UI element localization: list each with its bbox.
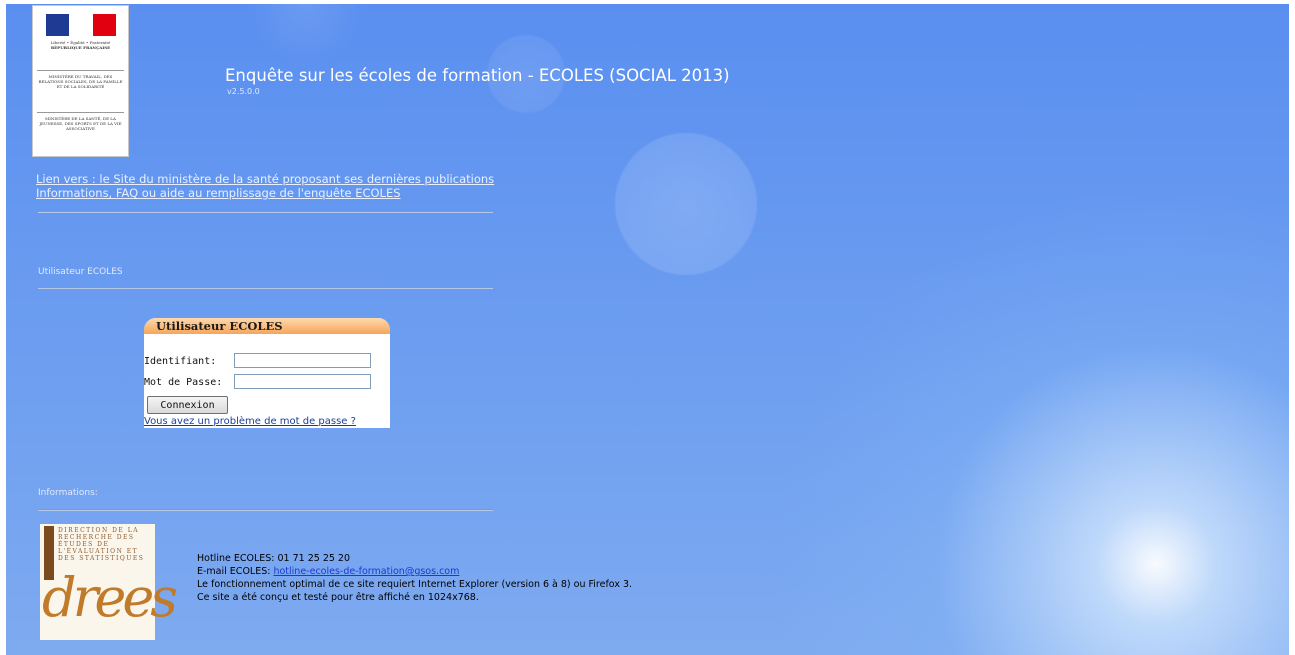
browser-requirement-text: Le fonctionnement optimal de ce site req…: [197, 579, 633, 590]
email-label: E-mail ECOLES:: [197, 566, 274, 577]
resolution-text: Ce site a été conçu et testé pour être a…: [197, 592, 479, 603]
logo-divider: [37, 112, 124, 113]
drees-logo-text: DIRECTION DE LA RECHERCHE DES ÉTUDES DE …: [58, 527, 145, 562]
divider: [38, 509, 493, 511]
republique-francaise-logo: Liberté • Égalité • Fraternité RÉPUBLIQU…: [32, 5, 129, 157]
logo-divider: [37, 70, 124, 71]
logo-ministry-1: MINISTÈRE DU TRAVAIL, DES RELATIONS SOCI…: [38, 74, 123, 89]
section-user-label: Utilisateur ECOLES: [38, 267, 123, 277]
french-flag-icon: [46, 14, 116, 36]
password-label: Mot de Passe:: [144, 377, 223, 388]
connexion-button[interactable]: Connexion: [147, 396, 228, 414]
divider: [38, 287, 493, 289]
login-panel: Utilisateur ECOLES Identifiant: Mot de P…: [144, 318, 390, 428]
version-label: v2.5.0.0: [227, 87, 260, 96]
email-link[interactable]: hotline-ecoles-de-formation@gsos.com: [273, 566, 459, 577]
section-info-label: Informations:: [38, 488, 98, 498]
identifiant-label: Identifiant:: [144, 356, 217, 367]
info-block: Hotline ECOLES: 01 71 25 25 20 E-mail EC…: [197, 552, 632, 604]
faq-link[interactable]: Informations, FAQ ou aide au remplissage…: [36, 186, 494, 200]
password-input[interactable]: [234, 374, 371, 389]
password-problem-link[interactable]: Vous avez un problème de mot de passe ?: [144, 416, 356, 427]
logo-ministry-2: MINISTÈRE DE LA SANTÉ, DE LA JEUNESSE, D…: [39, 116, 122, 131]
hotline-text: Hotline ECOLES: 01 71 25 25 20: [197, 553, 351, 564]
ministry-site-link[interactable]: Lien vers : le Site du ministère de la s…: [36, 172, 494, 186]
drees-logo-wordmark: drees: [42, 566, 178, 629]
identifiant-input[interactable]: [234, 353, 371, 368]
logo-motto: Liberté • Égalité • Fraternité RÉPUBLIQU…: [50, 40, 111, 50]
divider: [38, 211, 493, 213]
email-line: E-mail ECOLES: hotline-ecoles-de-formati…: [197, 565, 632, 578]
page-background: Liberté • Égalité • Fraternité RÉPUBLIQU…: [6, 4, 1289, 655]
page-title: Enquête sur les écoles de formation - EC…: [225, 66, 730, 85]
login-panel-header: Utilisateur ECOLES: [144, 318, 390, 334]
drees-logo: DIRECTION DE LA RECHERCHE DES ÉTUDES DE …: [40, 524, 178, 640]
top-links: Lien vers : le Site du ministère de la s…: [36, 172, 494, 200]
